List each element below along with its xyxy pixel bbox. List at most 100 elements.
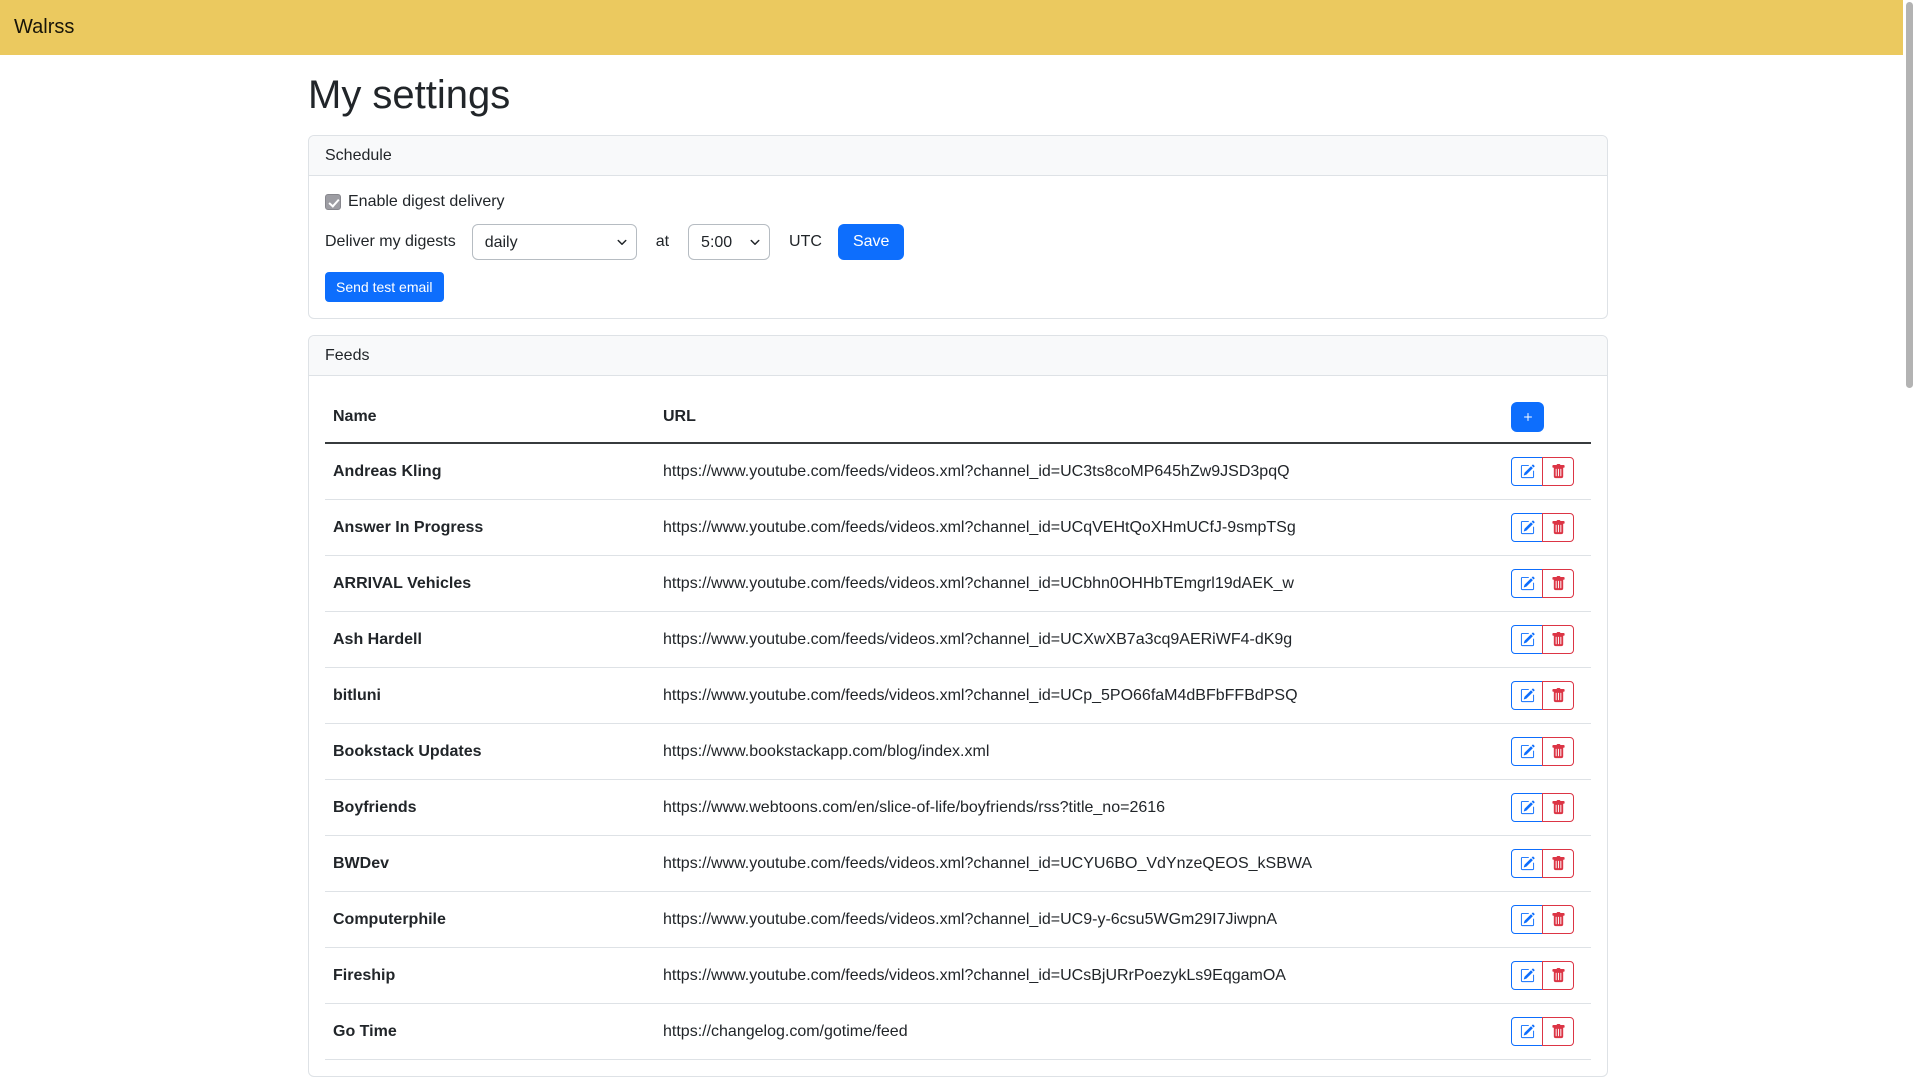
feed-name: Andreas Kling [325, 443, 655, 500]
feed-url: https://www.youtube.com/feeds/videos.xml… [655, 556, 1503, 612]
deliver-row: Deliver my digests daily at 5:00 UTC Sav… [325, 224, 1591, 260]
feed-name: Bookstack Updates [325, 724, 655, 780]
table-row: Go Time https://changelog.com/gotime/fee… [325, 1004, 1591, 1060]
edit-feed-button[interactable] [1511, 1017, 1543, 1046]
table-row: Andreas Kling https://www.youtube.com/fe… [325, 443, 1591, 500]
deliver-label: Deliver my digests [325, 233, 456, 251]
feed-url: https://www.youtube.com/feeds/videos.xml… [655, 668, 1503, 724]
pencil-square-icon [1520, 800, 1535, 815]
edit-feed-button[interactable] [1511, 961, 1543, 990]
table-row: Computerphile https://www.youtube.com/fe… [325, 892, 1591, 948]
delete-feed-button[interactable] [1542, 849, 1574, 878]
feeds-card-header: Feeds [309, 336, 1607, 376]
column-header-actions [1503, 392, 1591, 443]
pencil-square-icon [1520, 520, 1535, 535]
delete-feed-button[interactable] [1542, 961, 1574, 990]
pencil-square-icon [1520, 744, 1535, 759]
feeds-card-body: Name URL Andreas Kling https://www.youtu… [309, 376, 1607, 1076]
enable-digest-row: Enable digest delivery [325, 192, 1591, 212]
row-actions [1511, 737, 1574, 766]
frequency-select-wrap: daily [472, 224, 637, 260]
table-row: Boyfriends https://www.webtoons.com/en/s… [325, 780, 1591, 836]
table-row: Answer In Progress https://www.youtube.c… [325, 500, 1591, 556]
feed-url: https://www.webtoons.com/en/slice-of-lif… [655, 780, 1503, 836]
scrollbar[interactable] [1903, 0, 1916, 941]
feed-name: Computerphile [325, 892, 655, 948]
edit-feed-button[interactable] [1511, 905, 1543, 934]
delete-feed-button[interactable] [1542, 513, 1574, 542]
row-actions [1511, 625, 1574, 654]
main-container: My settings Schedule Enable digest deliv… [308, 55, 1608, 1077]
pencil-square-icon [1520, 688, 1535, 703]
pencil-square-icon [1520, 632, 1535, 647]
trash-icon [1551, 744, 1566, 759]
feed-url: https://www.youtube.com/feeds/videos.xml… [655, 836, 1503, 892]
feeds-table: Name URL Andreas Kling https://www.youtu… [325, 392, 1591, 1060]
save-button[interactable]: Save [838, 224, 904, 260]
plus-icon [1520, 409, 1536, 425]
feed-name: ARRIVAL Vehicles [325, 556, 655, 612]
delete-feed-button[interactable] [1542, 737, 1574, 766]
delete-feed-button[interactable] [1542, 1017, 1574, 1046]
delete-feed-button[interactable] [1542, 457, 1574, 486]
trash-icon [1551, 464, 1566, 479]
column-header-name: Name [325, 392, 655, 443]
feed-name: Boyfriends [325, 780, 655, 836]
feed-name: Go Time [325, 1004, 655, 1060]
feed-name: BWDev [325, 836, 655, 892]
edit-feed-button[interactable] [1511, 849, 1543, 878]
table-row: Ash Hardell https://www.youtube.com/feed… [325, 612, 1591, 668]
table-row: bitluni https://www.youtube.com/feeds/vi… [325, 668, 1591, 724]
feed-url: https://changelog.com/gotime/feed [655, 1004, 1503, 1060]
send-test-email-button[interactable]: Send test email [325, 272, 444, 302]
feed-url: https://www.youtube.com/feeds/videos.xml… [655, 612, 1503, 668]
edit-feed-button[interactable] [1511, 625, 1543, 654]
at-label: at [656, 233, 669, 251]
delete-feed-button[interactable] [1542, 905, 1574, 934]
feeds-table-body: Andreas Kling https://www.youtube.com/fe… [325, 443, 1591, 1060]
scrollbar-thumb[interactable] [1906, 2, 1913, 388]
time-select[interactable]: 5:00 [688, 224, 770, 260]
feed-name: Answer In Progress [325, 500, 655, 556]
row-actions [1511, 513, 1574, 542]
enable-digest-checkbox[interactable] [325, 194, 341, 210]
edit-feed-button[interactable] [1511, 681, 1543, 710]
feed-url: https://www.bookstackapp.com/blog/index.… [655, 724, 1503, 780]
table-row: Bookstack Updates https://www.bookstacka… [325, 724, 1591, 780]
feed-url: https://www.youtube.com/feeds/videos.xml… [655, 892, 1503, 948]
delete-feed-button[interactable] [1542, 681, 1574, 710]
pencil-square-icon [1520, 856, 1535, 871]
delete-feed-button[interactable] [1542, 625, 1574, 654]
feed-url: https://www.youtube.com/feeds/videos.xml… [655, 948, 1503, 1004]
edit-feed-button[interactable] [1511, 737, 1543, 766]
navbar: Walrss [0, 0, 1916, 55]
app-brand[interactable]: Walrss [14, 16, 74, 39]
pencil-square-icon [1520, 968, 1535, 983]
add-feed-button[interactable] [1511, 402, 1544, 432]
time-select-wrap: 5:00 [688, 224, 770, 260]
row-actions [1511, 961, 1574, 990]
feed-name: bitluni [325, 668, 655, 724]
row-actions [1511, 849, 1574, 878]
column-header-url: URL [655, 392, 1503, 443]
delete-feed-button[interactable] [1542, 793, 1574, 822]
trash-icon [1551, 1024, 1566, 1039]
enable-digest-label: Enable digest delivery [348, 193, 505, 211]
row-actions [1511, 681, 1574, 710]
edit-feed-button[interactable] [1511, 793, 1543, 822]
schedule-card: Schedule Enable digest delivery Deliver … [308, 135, 1608, 319]
delete-feed-button[interactable] [1542, 569, 1574, 598]
pencil-square-icon [1520, 576, 1535, 591]
trash-icon [1551, 576, 1566, 591]
page-title: My settings [308, 71, 1608, 119]
edit-feed-button[interactable] [1511, 457, 1543, 486]
feed-url: https://www.youtube.com/feeds/videos.xml… [655, 500, 1503, 556]
row-actions [1511, 457, 1574, 486]
pencil-square-icon [1520, 464, 1535, 479]
frequency-select[interactable]: daily [472, 224, 637, 260]
utc-label: UTC [789, 233, 822, 251]
row-actions [1511, 1017, 1574, 1046]
edit-feed-button[interactable] [1511, 513, 1543, 542]
edit-feed-button[interactable] [1511, 569, 1543, 598]
schedule-card-header: Schedule [309, 136, 1607, 176]
